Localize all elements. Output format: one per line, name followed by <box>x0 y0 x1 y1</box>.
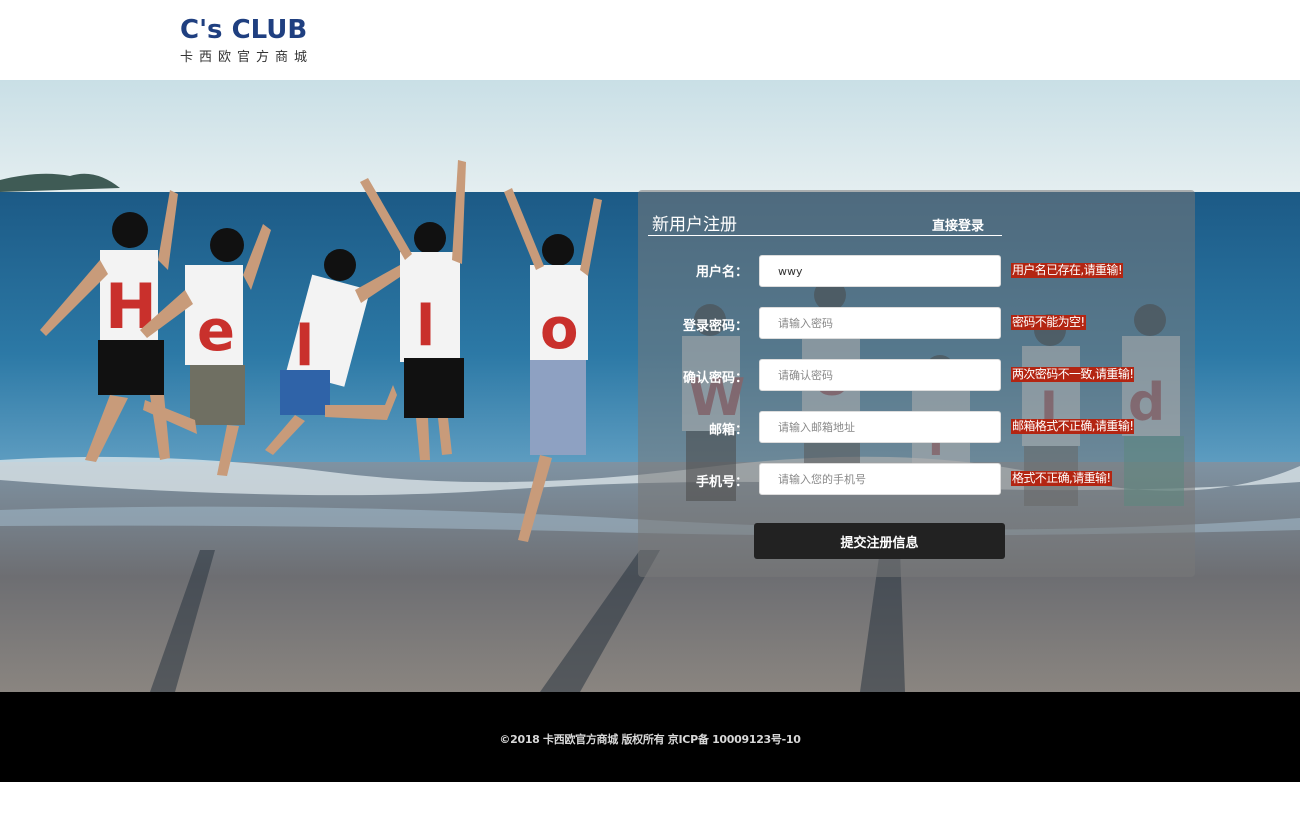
shirt-letter: e <box>197 299 235 364</box>
register-title: 新用户注册 <box>652 215 737 235</box>
title-divider <box>648 235 1002 236</box>
confirm-password-error: 两次密码不一致,请重输! <box>1011 367 1135 382</box>
email-label: 邮箱： <box>708 423 748 438</box>
submit-register-button[interactable]: 提交注册信息 <box>754 523 1005 559</box>
site-footer: ©2018 卡西欧官方商城 版权所有 京ICP备 10009123号-10 <box>0 692 1300 782</box>
username-input[interactable] <box>759 255 1001 287</box>
password-error: 密码不能为空! <box>1011 315 1086 330</box>
confirm-password-input[interactable] <box>759 359 1001 391</box>
email-error: 邮箱格式不正确,请重输! <box>1011 419 1135 434</box>
password-label: 登录密码： <box>682 319 748 334</box>
username-label: 用户名： <box>695 265 748 280</box>
login-link[interactable]: 直接登录 <box>932 215 984 234</box>
phone-error: 格式不正确,请重输! <box>1011 471 1112 486</box>
shirt-letter: l <box>416 294 435 359</box>
email-input[interactable] <box>759 411 1001 443</box>
shirt-letter: o <box>540 297 578 362</box>
logo[interactable]: C's CLUB 卡西欧官方商城 <box>180 16 320 66</box>
username-error: 用户名已存在,请重输! <box>1011 263 1124 278</box>
phone-input[interactable] <box>759 463 1001 495</box>
site-header: C's CLUB 卡西欧官方商城 <box>0 0 1300 80</box>
confirm-password-label: 确认密码： <box>682 371 748 386</box>
phone-label: 手机号： <box>695 475 748 490</box>
password-input[interactable] <box>759 307 1001 339</box>
shirt-letter: l <box>295 314 314 379</box>
logo-title: C's CLUB <box>180 15 308 45</box>
register-panel: 新用户注册 直接登录 用户名： 用户名已存在,请重输! 登录密码： 密码不能为空… <box>638 190 1195 577</box>
logo-subtitle: 卡西欧官方商城 <box>180 50 314 65</box>
footer-copyright: ©2018 卡西欧官方商城 版权所有 京ICP备 10009123号-10 <box>499 733 801 746</box>
